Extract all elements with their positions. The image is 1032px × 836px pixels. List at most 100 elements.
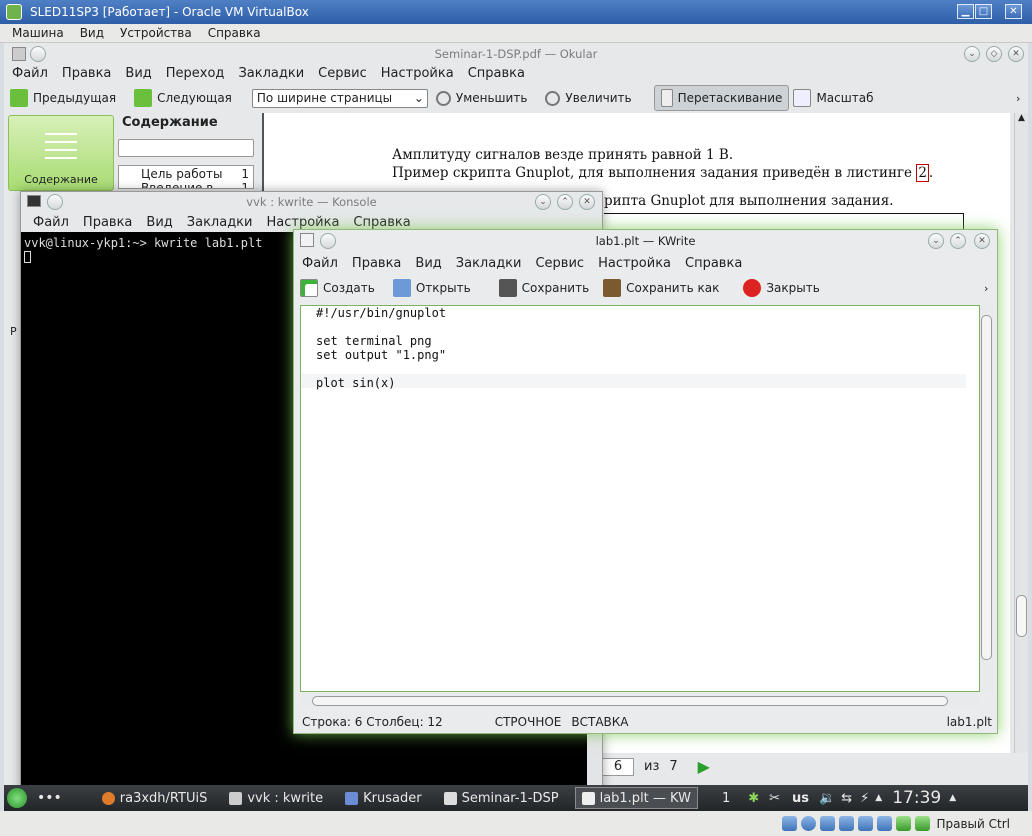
okular-menu-button[interactable]	[30, 46, 46, 62]
desktop-pager[interactable]: 1	[722, 791, 730, 806]
page-number-input[interactable]: 6	[602, 757, 634, 776]
listing-link[interactable]: 2	[916, 164, 929, 182]
prev-page-button[interactable]: Предыдущая	[10, 89, 116, 107]
zoom-tool-button[interactable]: Масштаб	[793, 89, 873, 107]
konsole-menu-button[interactable]	[47, 194, 63, 210]
konsole-close-button[interactable]: ✕	[579, 194, 595, 210]
mouse-integration-icon[interactable]	[915, 816, 931, 831]
toc-search-input[interactable]	[118, 139, 254, 157]
open-document-button[interactable]: Открыть	[392, 279, 471, 297]
okular-menu-go[interactable]: Переход	[166, 66, 225, 81]
close-document-button[interactable]: Закрыть	[743, 279, 820, 297]
konsole-menu-file[interactable]: Файл	[33, 215, 69, 230]
cd-icon[interactable]	[801, 816, 817, 831]
scroll-thumb[interactable]	[1016, 595, 1027, 637]
display-icon[interactable]	[858, 816, 874, 831]
edit-mode[interactable]: СТРОЧНОЕ	[495, 715, 562, 729]
hdd-icon[interactable]	[782, 816, 798, 831]
code-editor[interactable]: #!/usr/bin/gnuplot set terminal png set …	[300, 305, 980, 692]
usb-icon[interactable]	[820, 816, 836, 831]
start-menu-icon[interactable]	[7, 788, 27, 808]
bug-icon[interactable]: ✱	[748, 791, 759, 806]
zoom-out-button[interactable]: Уменьшить	[435, 90, 527, 106]
toc-item[interactable]: Введение в... 1	[119, 181, 253, 188]
kwrite-titlebar: lab1.plt — KWrite ⌄ ⌃ ✕	[294, 230, 997, 252]
maximize-button[interactable]: □	[975, 4, 992, 19]
shared-folder-icon[interactable]	[839, 816, 855, 831]
save-as-button[interactable]: Сохранить как	[603, 279, 719, 297]
konsole-menu-settings[interactable]: Настройка	[266, 215, 339, 230]
scroll-up-icon[interactable]: ▲	[1015, 113, 1028, 127]
next-page-button[interactable]: Следующая	[134, 89, 232, 107]
task-button[interactable]: Seminar-1-DSP	[438, 787, 565, 809]
minimize-button[interactable]: ▁	[957, 4, 974, 19]
taskbar-overflow-icon[interactable]: ▲	[949, 793, 956, 803]
keyboard-layout[interactable]: us	[792, 791, 809, 806]
zoom-in-button[interactable]: Увеличить	[545, 90, 632, 106]
video-capture-icon[interactable]	[877, 816, 893, 831]
kwrite-menu-help[interactable]: Справка	[685, 256, 742, 271]
konsole-menu-bookmarks[interactable]: Закладки	[187, 215, 253, 230]
new-document-button[interactable]: Создать	[300, 279, 375, 297]
task-button-active[interactable]: lab1.plt — KW	[574, 787, 698, 809]
task-button[interactable]: Krusader	[339, 787, 427, 809]
scroll-thumb[interactable]	[312, 696, 948, 706]
code-line: set terminal png	[316, 334, 432, 348]
volume-icon[interactable]: 🔉	[819, 791, 835, 806]
konsole-minimize-button[interactable]: ⌄	[535, 194, 551, 210]
vbox-menu-view[interactable]: Вид	[80, 26, 104, 40]
okular-maximize-button[interactable]: ◇	[986, 46, 1002, 62]
okular-menu-file[interactable]: Файл	[12, 66, 48, 81]
scissors-icon[interactable]: ✂	[769, 791, 780, 806]
kwrite-menu-settings[interactable]: Настройка	[598, 256, 671, 271]
zoom-mode-select[interactable]: По ширине страницы ⌄	[251, 88, 428, 108]
konsole-maximize-button[interactable]: ⌃	[557, 194, 573, 210]
kwrite-close-button[interactable]: ✕	[974, 233, 990, 249]
vbox-menu-devices[interactable]: Устройства	[120, 26, 192, 40]
task-button[interactable]: ra3xdh/RTUiS	[96, 787, 214, 809]
network-adapter-icon[interactable]	[896, 816, 912, 831]
toc-item[interactable]: Цель работы 1	[119, 166, 253, 181]
save-button[interactable]: Сохранить	[498, 279, 589, 297]
next-page-arrow-icon[interactable]: ▶	[698, 757, 710, 776]
okular-menu-settings[interactable]: Настройка	[381, 66, 454, 81]
kwrite-maximize-button[interactable]: ⌃	[950, 233, 966, 249]
okular-vertical-scrollbar[interactable]: ▲	[1014, 113, 1028, 753]
kwrite-menu-view[interactable]: Вид	[415, 256, 441, 271]
okular-menu-edit[interactable]: Правка	[62, 66, 111, 81]
task-button[interactable]: vvk : kwrite	[223, 787, 329, 809]
vbox-menu-help[interactable]: Справка	[208, 26, 261, 40]
toolbar-overflow-icon[interactable]: ›	[1016, 92, 1020, 105]
kwrite-menu-tools[interactable]: Сервис	[535, 256, 584, 271]
konsole-menu-edit[interactable]: Правка	[83, 215, 132, 230]
kwrite-menu-button[interactable]	[320, 233, 336, 249]
okular-menu-bookmarks[interactable]: Закладки	[238, 66, 304, 81]
kwrite-menu-edit[interactable]: Правка	[352, 256, 401, 271]
kwrite-minimize-button[interactable]: ⌄	[928, 233, 944, 249]
insert-mode[interactable]: ВСТАВКА	[571, 715, 628, 729]
close-button[interactable]: ✕	[1005, 4, 1022, 19]
krusader-icon	[345, 791, 359, 805]
dots-icon[interactable]: •••	[37, 790, 62, 806]
okular-minimize-button[interactable]: ⌄	[964, 46, 980, 62]
okular-menu-tools[interactable]: Сервис	[318, 66, 367, 81]
toolbar-overflow-icon[interactable]: ›	[984, 282, 988, 295]
sidebar-contents-button[interactable]: Содержание	[8, 115, 114, 191]
tray-expand-icon[interactable]: ▲	[875, 793, 882, 803]
konsole-menu-help[interactable]: Справка	[353, 215, 410, 230]
kwrite-menu-bookmarks[interactable]: Закладки	[456, 256, 522, 271]
folder-open-icon	[392, 279, 411, 297]
editor-vertical-scrollbar[interactable]	[980, 305, 994, 692]
konsole-menu-view[interactable]: Вид	[146, 215, 172, 230]
network-icon[interactable]: ⇆	[841, 791, 852, 806]
okular-menu-view[interactable]: Вид	[125, 66, 151, 81]
okular-menu-help[interactable]: Справка	[468, 66, 525, 81]
vbox-menu-machine[interactable]: Машина	[12, 26, 64, 40]
power-icon[interactable]: ⚡	[860, 791, 869, 806]
okular-close-button[interactable]: ✕	[1008, 46, 1024, 62]
editor-horizontal-scrollbar[interactable]	[300, 694, 980, 708]
drag-tool-button[interactable]: Перетаскивание	[653, 85, 790, 111]
scroll-thumb[interactable]	[981, 315, 992, 660]
kwrite-menu-file[interactable]: Файл	[302, 256, 338, 271]
clock[interactable]: 17:39	[892, 788, 941, 808]
